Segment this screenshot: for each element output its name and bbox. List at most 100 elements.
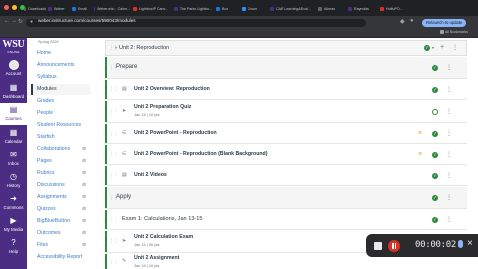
module-item-title[interactable]: Unit 2 PowerPoint - Reproduction (Blank … bbox=[134, 151, 267, 157]
global-nav-dashboard[interactable]: ▦ Dashboard bbox=[0, 81, 27, 103]
tab-favicon-icon bbox=[24, 6, 27, 11]
publish-ring-icon[interactable] bbox=[432, 109, 438, 115]
module-item[interactable]: ⋮⋮ ∈ Unit 2 PowerPoint - Reproduction ≌ … bbox=[105, 124, 467, 144]
browser-tab[interactable]: Raynolds bbox=[348, 3, 376, 14]
published-check-icon[interactable]: ✓ bbox=[432, 195, 438, 201]
hidden-eye-icon[interactable]: ⊘ bbox=[82, 242, 86, 248]
add-item-plus-icon[interactable]: + bbox=[440, 44, 444, 51]
item-options-kebab-icon[interactable]: ⋮ bbox=[446, 87, 452, 93]
url-text[interactable]: weber.instructure.com/courses/590043/mod… bbox=[38, 18, 136, 23]
browser-tab[interactable]: Email bbox=[72, 3, 92, 14]
drag-handle-icon[interactable]: ⋮⋮ bbox=[109, 239, 118, 245]
published-check-icon[interactable]: ✓ bbox=[432, 87, 438, 93]
module-item[interactable]: ⋮⋮ ▤ Unit 2 Overview: Reproduction ✓ ⋮ bbox=[105, 80, 467, 100]
module-header[interactable]: ⋮⋮ ▼ Unit 2: Reproduction ✓ ▾ + ⋮ bbox=[105, 40, 467, 56]
reload-icon[interactable]: ↻ bbox=[18, 18, 23, 25]
browser-tab[interactable]: Weber.edu - Calen... bbox=[94, 3, 130, 14]
collapse-triangle-icon[interactable]: ▼ bbox=[114, 45, 118, 50]
module-item-header-apply[interactable]: ⋮⋮ Apply ✓ ⋮ bbox=[105, 187, 467, 209]
module-item-title[interactable]: Unit 2 PowerPoint - Reproduction bbox=[134, 130, 217, 136]
module-item[interactable]: ⋮⋮ ➤ Unit 2 Preparation Quiz Jan 15 | 10… bbox=[105, 101, 467, 123]
hidden-eye-icon[interactable]: ⊘ bbox=[82, 194, 86, 200]
global-navigation: WSU ONLINE Account ▦ Dashboard ▤ Courses… bbox=[0, 38, 27, 269]
item-options-kebab-icon[interactable]: ⋮ bbox=[446, 65, 452, 71]
global-nav-commons[interactable]: ➜ Commons bbox=[0, 192, 27, 214]
published-check-icon[interactable]: ✓ bbox=[432, 152, 438, 158]
published-check-icon[interactable]: ✓ bbox=[432, 131, 438, 137]
hidden-eye-icon[interactable]: ⊘ bbox=[82, 170, 86, 176]
minimize-window-button[interactable] bbox=[12, 5, 17, 10]
hidden-eye-icon[interactable]: ⊘ bbox=[82, 158, 86, 164]
chevron-down-icon[interactable]: ▾ bbox=[432, 44, 434, 51]
item-options-kebab-icon[interactable]: ⋮ bbox=[446, 173, 452, 179]
drag-handle-icon[interactable]: ⋮⋮ bbox=[109, 152, 118, 158]
hidden-eye-icon[interactable]: ⊘ bbox=[82, 206, 86, 212]
tab-label: Zoom bbox=[248, 6, 258, 11]
browser-tab[interactable]: CAE Learning&Eval... bbox=[270, 3, 314, 14]
global-nav-help[interactable]: ? Help bbox=[0, 236, 27, 258]
module-item-subheader[interactable]: ⋮⋮ Exam 1: Calculations, Jan 13-15 ✓ ⋮ bbox=[105, 210, 467, 230]
drag-handle-icon[interactable]: ⋮⋮ bbox=[109, 217, 118, 223]
course-nav-modules[interactable]: Modules bbox=[31, 84, 90, 95]
relaunch-to-update-button[interactable]: Relaunch to update bbox=[422, 19, 467, 27]
module-item-title[interactable]: Unit 2 Assignment bbox=[134, 255, 179, 261]
close-icon[interactable]: × bbox=[467, 238, 473, 249]
global-nav-courses[interactable]: ▤ Courses bbox=[0, 103, 27, 125]
close-window-button[interactable] bbox=[4, 5, 9, 10]
module-item-title[interactable]: Unit 2 Preparation Quiz bbox=[134, 104, 191, 110]
hidden-eye-icon[interactable]: ⊘ bbox=[82, 182, 86, 188]
hidden-eye-icon[interactable]: ⊘ bbox=[82, 218, 86, 224]
forward-arrow-icon[interactable]: → bbox=[11, 18, 17, 24]
module-item[interactable]: ⋮⋮ ∈ Unit 2 PowerPoint - Reproduction (B… bbox=[105, 145, 467, 165]
global-nav-history[interactable]: ◷ History bbox=[0, 170, 27, 192]
module-options-kebab-icon[interactable]: ⋮ bbox=[452, 45, 458, 51]
module-item-title[interactable]: Apply bbox=[116, 194, 131, 200]
module-item-header-prepare[interactable]: ⋮⋮ Prepare ✓ ⋮ bbox=[105, 57, 467, 79]
global-nav-my-media[interactable]: ▶ My Media bbox=[0, 214, 27, 236]
site-info-icon[interactable]: ● bbox=[30, 19, 33, 25]
item-options-kebab-icon[interactable]: ⋮ bbox=[446, 109, 452, 115]
module-item-title[interactable]: Exam 1: Calculations, Jan 13-15 bbox=[122, 216, 203, 222]
back-arrow-icon[interactable]: ← bbox=[4, 18, 10, 24]
mastery-paths-icon[interactable]: ≌ bbox=[418, 151, 422, 157]
drag-handle-icon[interactable]: ⋮⋮ bbox=[109, 109, 118, 115]
global-nav-account[interactable]: Account bbox=[0, 58, 27, 80]
global-nav-calendar[interactable]: ▦ Calendar bbox=[0, 126, 27, 148]
module-item-title[interactable]: Unit 2 Calculation Exam bbox=[134, 234, 193, 240]
profile-icon[interactable]: ● bbox=[410, 18, 414, 24]
drag-handle-icon[interactable]: ⋮⋮ bbox=[109, 173, 118, 179]
module-item-title[interactable]: Unit 2 Videos bbox=[134, 172, 167, 178]
drag-handle-icon[interactable]: ⋮⋮ bbox=[109, 259, 118, 265]
item-options-kebab-icon[interactable]: ⋮ bbox=[446, 217, 452, 223]
browser-tab[interactable]: Box bbox=[216, 3, 238, 14]
module-item[interactable]: ⋮⋮ ▤ Unit 2 Videos ✓ ⋮ bbox=[105, 166, 467, 186]
browser-tab[interactable]: LightboxIP Canv... bbox=[133, 3, 171, 14]
stop-recording-button[interactable] bbox=[374, 242, 382, 250]
browser-tab[interactable]: HuffuPO... bbox=[380, 3, 408, 14]
published-check-icon[interactable]: ✓ bbox=[432, 65, 438, 71]
extensions-icon[interactable]: ◆ bbox=[400, 18, 405, 25]
global-nav-inbox[interactable]: ✉ Inbox bbox=[0, 148, 27, 170]
browser-tab[interactable]: The Parks Lightbo... bbox=[174, 3, 212, 14]
browser-tab[interactable]: Zoom bbox=[242, 3, 266, 14]
published-check-icon[interactable]: ✓ bbox=[432, 217, 438, 223]
drag-handle-icon[interactable]: ⋮⋮ bbox=[109, 131, 118, 137]
hidden-eye-icon[interactable]: ⊘ bbox=[82, 230, 86, 236]
module-item-title[interactable]: Unit 2 Overview: Reproduction bbox=[134, 86, 210, 92]
drag-handle-icon[interactable]: ⋮⋮ bbox=[109, 87, 118, 93]
hidden-eye-icon[interactable]: ⊘ bbox=[82, 146, 86, 152]
item-options-kebab-icon[interactable]: ⋮ bbox=[446, 152, 452, 158]
mastery-paths-icon[interactable]: ≌ bbox=[418, 130, 422, 136]
browser-tab[interactable]: Downloads bbox=[24, 3, 46, 14]
item-options-kebab-icon[interactable]: ⋮ bbox=[446, 131, 452, 137]
item-options-kebab-icon[interactable]: ⋮ bbox=[446, 195, 452, 201]
module-item-title[interactable]: Prepare bbox=[116, 64, 137, 70]
all-bookmarks-link[interactable]: All Bookmarks bbox=[440, 30, 468, 34]
published-check-icon[interactable]: ✓ bbox=[432, 173, 438, 179]
browser-tab[interactable]: Albeas bbox=[318, 3, 344, 14]
wsu-online-logo[interactable]: WSU ONLINE bbox=[2, 40, 25, 57]
browser-tab[interactable]: Weber bbox=[48, 3, 70, 14]
microphone-icon[interactable] bbox=[458, 240, 463, 248]
published-check-icon[interactable]: ✓ bbox=[424, 45, 430, 51]
pause-recording-button[interactable] bbox=[388, 240, 400, 252]
